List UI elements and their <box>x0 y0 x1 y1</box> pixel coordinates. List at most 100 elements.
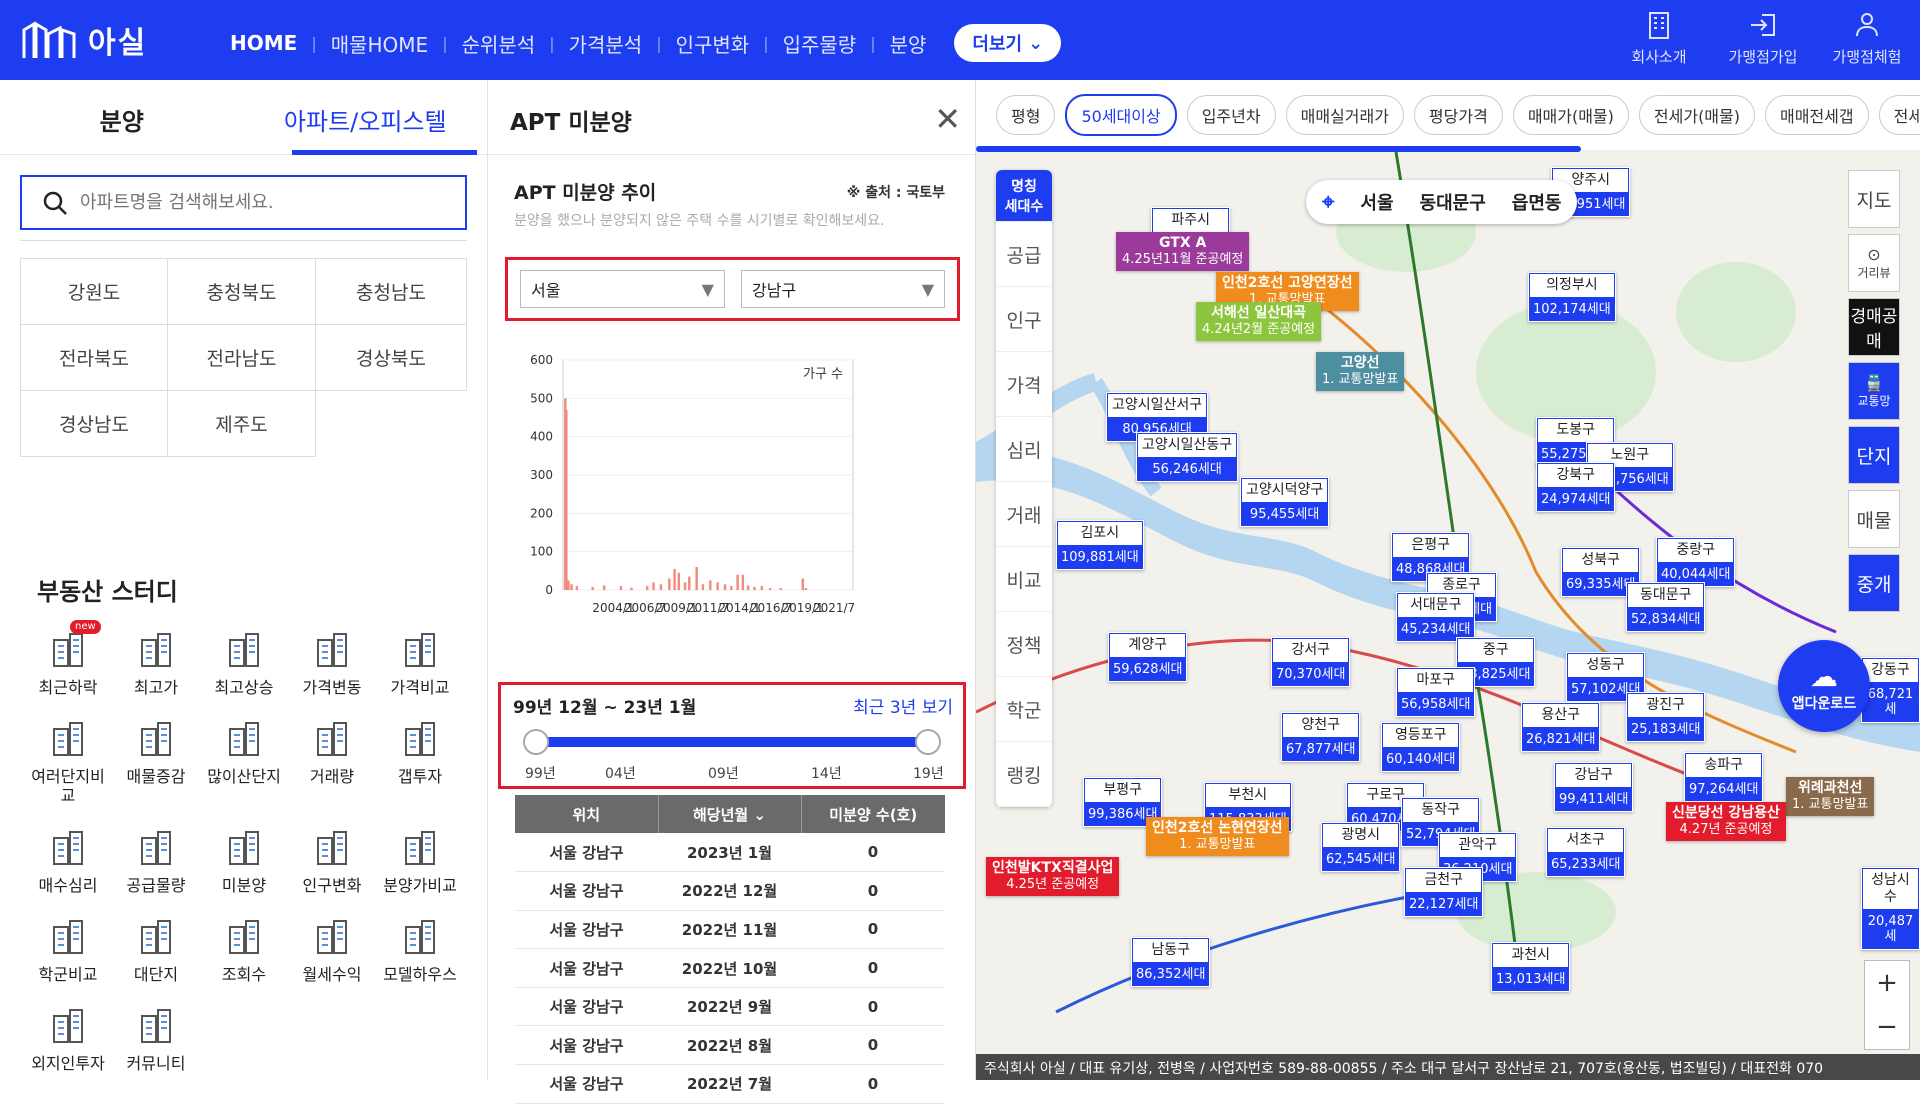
transit-line-marker[interactable]: 인천발KTX직결사업 4.25년 준공예정 <box>986 857 1120 897</box>
region-gyeongnam[interactable]: 경상남도 <box>20 391 168 457</box>
region-marker[interactable]: 서대문구 45,234세대 <box>1396 592 1476 643</box>
tab-presale[interactable]: 분양 <box>0 80 244 154</box>
transit-line-marker[interactable]: 위례과천선 1. 교통망발표 <box>1786 777 1875 817</box>
filter-chip-1[interactable]: 50세대이상 <box>1065 94 1177 136</box>
map-canvas[interactable]: 파주시79,520세대양주시52,951세대의정부시102,174세대고양시일산… <box>976 152 1920 1080</box>
app-download-button[interactable]: ☁ 앱다운로드 <box>1778 640 1870 732</box>
study-item-16[interactable]: 대단지 <box>112 915 200 984</box>
region-marker[interactable]: 고양시덕양구 95,455세대 <box>1240 477 1330 528</box>
table-row[interactable]: 서울 강남구 2023년 1월 0 <box>515 833 945 873</box>
close-icon[interactable]: ✕ <box>934 100 961 138</box>
region-marker[interactable]: 강북구 24,974세대 <box>1536 462 1616 513</box>
region-marker[interactable]: 마포구 56,958세대 <box>1396 667 1476 718</box>
col-unsold-count[interactable]: 미분양 수(호) <box>801 795 945 833</box>
range-slider-track[interactable] <box>523 729 941 755</box>
region-marker[interactable]: 광진구 25,183세대 <box>1626 692 1706 743</box>
street-view-button[interactable]: ⊙ 거리뷰 <box>1848 234 1900 292</box>
region-marker[interactable]: 남동구 86,352세대 <box>1131 937 1211 988</box>
city-select[interactable]: 서울 ▼ <box>520 270 725 308</box>
study-item-2[interactable]: 최고상승 <box>200 628 288 697</box>
study-item-11[interactable]: 공급물량 <box>112 826 200 895</box>
region-jeju[interactable]: 제주도 <box>168 391 316 457</box>
nav-home[interactable]: HOME <box>216 31 311 55</box>
region-marker[interactable]: 고양시일산동구 56,246세대 <box>1136 432 1239 483</box>
region-marker[interactable]: 강남구 99,411세대 <box>1554 762 1634 813</box>
region-marker[interactable]: 과천시 13,013세대 <box>1491 942 1571 993</box>
study-item-19[interactable]: 모델하우스 <box>376 915 464 984</box>
study-item-8[interactable]: 거래량 <box>288 717 376 805</box>
study-item-7[interactable]: 많이산단지 <box>200 717 288 805</box>
transit-line-marker[interactable]: 고양선 1. 교통망발표 <box>1316 352 1405 392</box>
nav-presale[interactable]: 분양 <box>876 29 941 58</box>
col-month[interactable]: 해당년월 ⌄ <box>658 795 802 833</box>
study-item-20[interactable]: 외지인투자 <box>24 1004 112 1073</box>
district-select[interactable]: 강남구 ▼ <box>740 270 945 308</box>
company-info-button[interactable]: 회사소개 <box>1616 10 1702 67</box>
study-item-18[interactable]: 월세수익 <box>288 915 376 984</box>
study-item-13[interactable]: 인구변화 <box>288 826 376 895</box>
study-item-3[interactable]: 가격변동 <box>288 628 376 697</box>
study-item-15[interactable]: 학군비교 <box>24 915 112 984</box>
table-row[interactable]: 서울 강남구 2022년 10월 0 <box>515 948 945 988</box>
study-item-21[interactable]: 커뮤니티 <box>112 1004 200 1073</box>
listing-button[interactable]: 매물 <box>1848 490 1900 548</box>
region-marker[interactable]: 영등포구 60,140세대 <box>1381 722 1461 773</box>
transit-line-marker[interactable]: 인천2호선 논현연장선 1. 교통망발표 <box>1146 817 1289 857</box>
region-marker[interactable]: 용산구 26,821세대 <box>1521 702 1601 753</box>
study-item-1[interactable]: 최고가 <box>112 628 200 697</box>
region-marker[interactable]: 양천구 67,877세대 <box>1281 712 1361 763</box>
study-item-6[interactable]: 매물증감 <box>112 717 200 805</box>
zoom-out-button[interactable]: − <box>1865 1005 1909 1049</box>
filter-chip-6[interactable]: 전세가(매물) <box>1638 95 1755 135</box>
logo[interactable]: 아실 <box>22 18 147 62</box>
transport-button[interactable]: 🚆 교통망 <box>1848 362 1900 420</box>
apartment-search-input[interactable] <box>80 192 440 213</box>
side-tab-ranking[interactable]: 랭킹 <box>996 742 1052 807</box>
filter-chip-2[interactable]: 입주년차 <box>1186 95 1276 135</box>
range-end-handle[interactable] <box>915 729 941 755</box>
side-tab-transaction[interactable]: 거래 <box>996 482 1052 547</box>
location-town[interactable]: 읍면동 <box>1512 189 1562 215</box>
recent-3-years-link[interactable]: 최근 3년 보기 <box>853 693 953 718</box>
region-gangwon[interactable]: 강원도 <box>20 259 168 325</box>
range-start-handle[interactable] <box>523 729 549 755</box>
filter-chip-4[interactable]: 평당가격 <box>1413 95 1503 135</box>
region-marker[interactable]: 광명시 62,545세대 <box>1321 822 1401 873</box>
map-type-button[interactable]: 지도 <box>1848 170 1900 228</box>
filter-chip-7[interactable]: 매매전세갭 <box>1765 95 1869 135</box>
region-chungbuk[interactable]: 충청북도 <box>168 259 316 325</box>
side-tab-sentiment[interactable]: 심리 <box>996 417 1052 482</box>
region-marker[interactable]: 서초구 65,233세대 <box>1546 827 1626 878</box>
region-marker[interactable]: 의정부시 102,174세대 <box>1528 272 1616 323</box>
study-item-4[interactable]: 가격비교 <box>376 628 464 697</box>
region-chungnam[interactable]: 충청남도 <box>316 259 467 325</box>
study-item-10[interactable]: 매수심리 <box>24 826 112 895</box>
apartment-search-box[interactable] <box>20 175 467 230</box>
table-row[interactable]: 서울 강남구 2022년 11월 0 <box>515 910 945 950</box>
nav-listing-home[interactable]: 매물HOME <box>317 29 442 58</box>
side-tab-price[interactable]: 가격 <box>996 352 1052 417</box>
study-item-9[interactable]: 갭투자 <box>376 717 464 805</box>
auction-button[interactable]: 경매공매 <box>1848 298 1900 356</box>
region-jeonnam[interactable]: 전라남도 <box>168 325 316 391</box>
location-district[interactable]: 동대문구 <box>1420 189 1486 215</box>
filter-chip-0[interactable]: 평형 <box>996 95 1056 135</box>
name-households-toggle[interactable]: 명칭 세대수 <box>996 170 1052 222</box>
filter-chip-8[interactable]: 전세가 <box>1878 95 1920 135</box>
table-row[interactable]: 서울 강남구 2022년 9월 0 <box>515 987 945 1027</box>
table-row[interactable]: 서울 강남구 2022년 8월 0 <box>515 1025 945 1066</box>
study-item-0[interactable]: new 최근하락 <box>24 620 112 697</box>
region-gyeongbuk[interactable]: 경상북도 <box>316 325 467 391</box>
transit-line-marker[interactable]: GTX A 4.25년11월 준공예정 <box>1116 232 1250 272</box>
side-tab-population[interactable]: 인구 <box>996 287 1052 352</box>
table-row[interactable]: 서울 강남구 2022년 7월 0 <box>515 1064 945 1104</box>
region-marker[interactable]: 계양구 59,628세대 <box>1108 632 1188 683</box>
region-marker[interactable]: 송파구 97,264세대 <box>1684 752 1764 803</box>
franchise-join-button[interactable]: 가맹점가입 <box>1720 10 1806 67</box>
col-location[interactable]: 위치 <box>515 795 659 833</box>
gps-icon[interactable]: ⌖ <box>1322 190 1334 215</box>
transit-line-marker[interactable]: 서해선 일산대곡 4.24년2월 준공예정 <box>1196 302 1322 342</box>
region-jeonbuk[interactable]: 전라북도 <box>20 325 168 391</box>
more-button[interactable]: 더보기 ⌄ <box>954 24 1062 62</box>
study-item-17[interactable]: 조회수 <box>200 915 288 984</box>
